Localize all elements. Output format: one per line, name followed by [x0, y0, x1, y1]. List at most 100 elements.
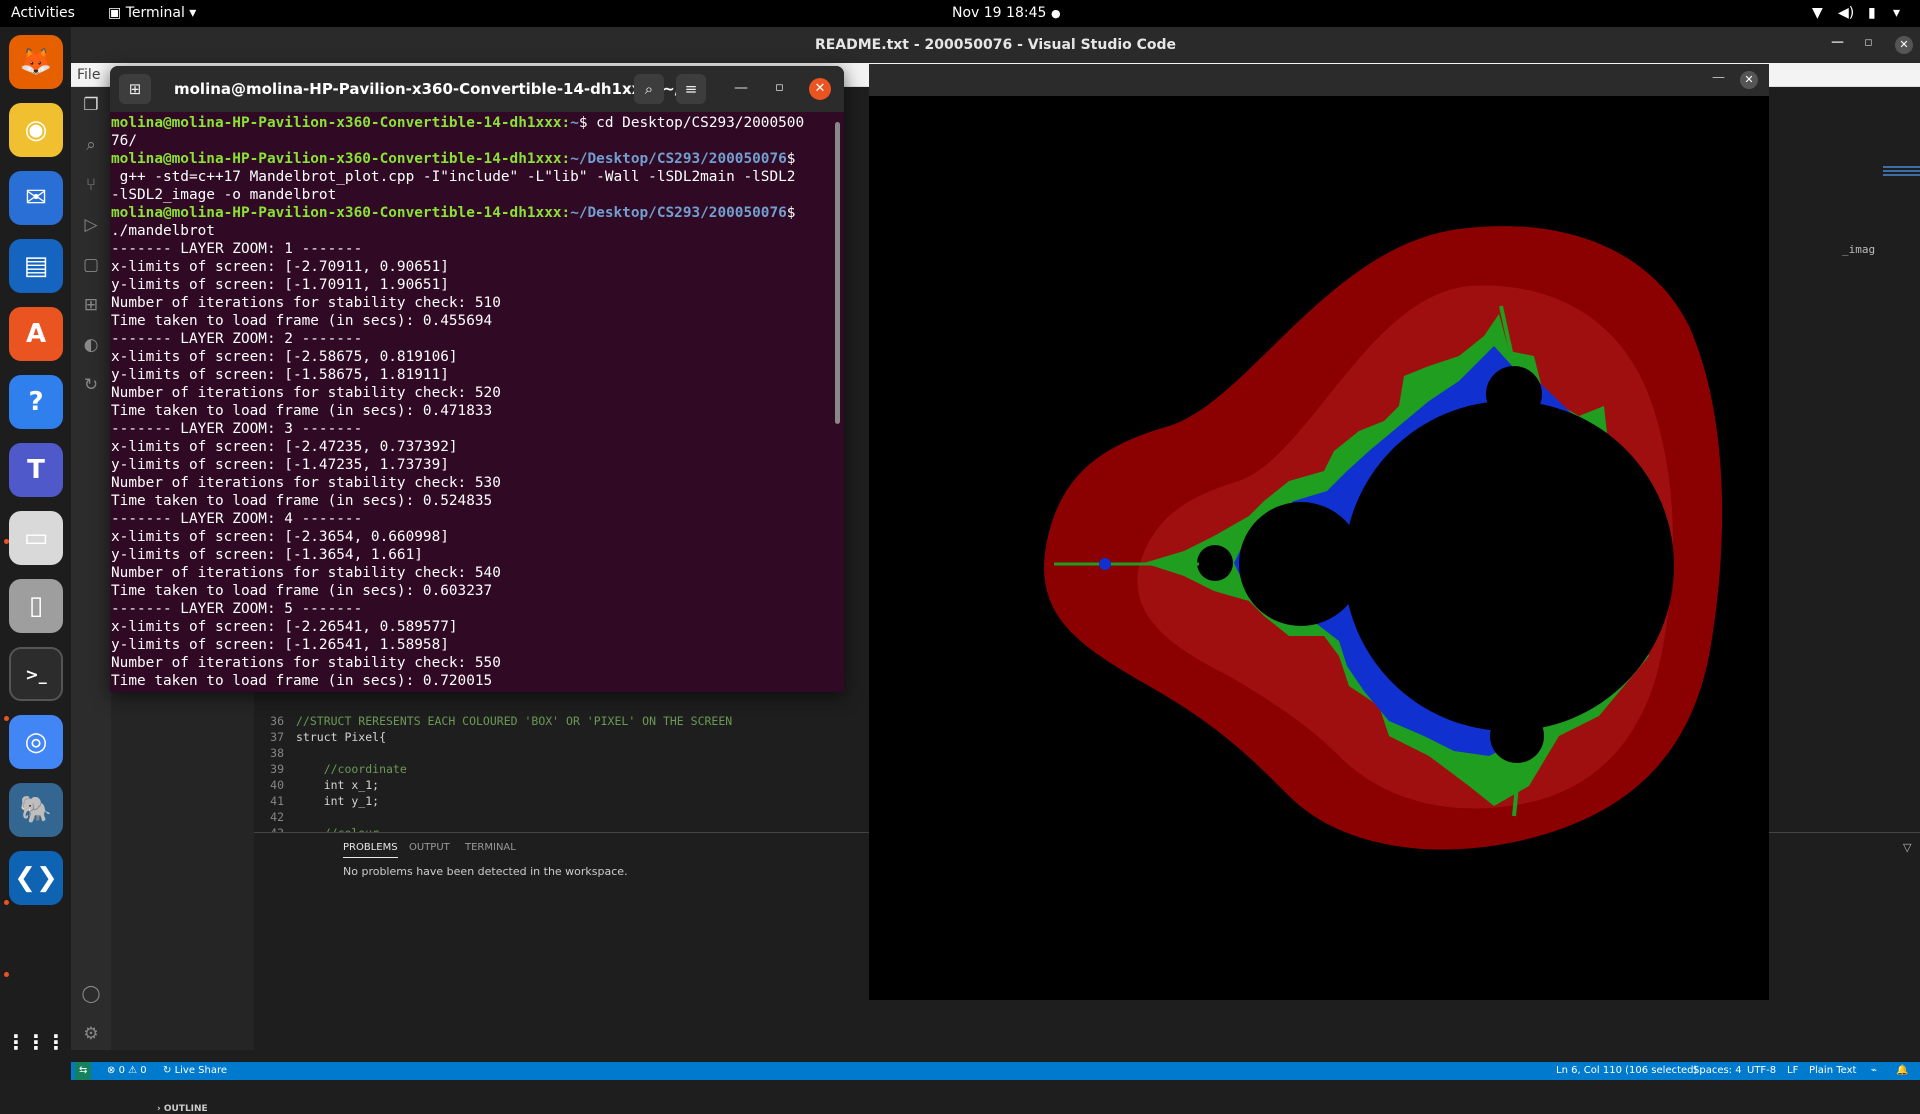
end-of-line[interactable]: LF — [1787, 1065, 1798, 1076]
terminal-line: ------- LAYER ZOOM: 4 ------- — [111, 510, 844, 528]
terminal-icon[interactable]: >_ — [9, 647, 63, 701]
running-indicator — [4, 900, 9, 905]
pgadmin-icon[interactable]: 🐘 — [9, 783, 63, 837]
problems-status[interactable]: ⊗ 0 ⚠ 0 — [107, 1065, 147, 1076]
encoding[interactable]: UTF-8 — [1747, 1065, 1776, 1076]
mandelbrot-cusp-notch — [1609, 536, 1669, 591]
activities-button[interactable]: Activities — [11, 5, 75, 21]
terminal-scrollbar[interactable] — [835, 122, 840, 424]
thunderbird-icon[interactable]: ✉ — [9, 171, 63, 225]
terminal-text: y-limits of screen: [-1.47235, 1.73739] — [111, 457, 449, 473]
terminal-text: x-limits of screen: [-2.58675, 0.819106] — [111, 349, 458, 365]
remote-indicator-icon[interactable]: ⇆ — [75, 1062, 92, 1080]
menu-file[interactable]: File — [77, 67, 100, 83]
source-control-icon[interactable]: ⑂ — [81, 175, 101, 195]
line-number: 39 — [270, 762, 284, 776]
hamburger-menu-icon[interactable]: ≡ — [676, 74, 706, 104]
terminal-text: x-limits of screen: [-2.3654, 0.660998] — [111, 529, 449, 545]
terminal-text: 76/ — [111, 133, 137, 149]
battery-icon[interactable]: ▮ — [1868, 5, 1876, 21]
terminal-line: ------- LAYER ZOOM: 5 ------- — [111, 600, 844, 618]
line-number: 42 — [270, 810, 284, 824]
files-icon[interactable]: ▭ — [9, 511, 63, 565]
system-menu-chevron-icon[interactable]: ▾ — [1893, 5, 1900, 21]
tab-problems[interactable]: PROBLEMS — [343, 842, 398, 858]
outline-section[interactable]: › OUTLINE — [157, 1104, 208, 1114]
minimap[interactable] — [1883, 164, 1920, 194]
vscode-icon[interactable]: ❮❯ — [9, 851, 63, 905]
close-icon[interactable]: ✕ — [809, 78, 831, 100]
volume-icon[interactable]: ◀) — [1838, 5, 1854, 21]
terminal-line: x-limits of screen: [-2.70911, 0.90651] — [111, 258, 844, 276]
clock[interactable]: Nov 19 18:45 — [952, 5, 1046, 21]
filter-icon[interactable]: ▽ — [1903, 841, 1911, 854]
minimize-icon[interactable]: — — [1831, 35, 1844, 50]
terminal-text: Time taken to load frame (in secs): 0.45… — [111, 313, 493, 329]
app-menu-terminal[interactable]: ▣ Terminal ▾ — [108, 5, 196, 21]
code-line: 37 struct Pixel{ — [254, 730, 386, 746]
outline-label: OUTLINE — [163, 1104, 208, 1114]
settings-gear-icon[interactable]: ⚙ — [81, 1024, 101, 1044]
rhythmbox-icon[interactable]: ◉ — [9, 103, 63, 157]
live-share-icon[interactable]: ↻ — [81, 375, 101, 395]
code-line: 38 — [254, 746, 296, 762]
minimize-icon[interactable]: — — [734, 80, 748, 96]
terminal-output[interactable]: molina@molina-HP-Pavilion-x360-Convertib… — [110, 112, 844, 692]
remote-explorer-icon[interactable]: ▢ — [81, 255, 101, 275]
software-center-icon[interactable]: A — [9, 307, 63, 361]
terminal-line: molina@molina-HP-Pavilion-x360-Convertib… — [111, 150, 844, 168]
prompt-user: molina@molina-HP-Pavilion-x360-Convertib… — [111, 205, 571, 221]
indentation[interactable]: Spaces: 4 — [1693, 1065, 1742, 1076]
show-applications-icon[interactable]: ⋮⋮⋮ — [6, 1015, 66, 1069]
mandelbrot-minibrot — [1099, 558, 1111, 570]
terminal-text: Number of iterations for stability check… — [111, 385, 501, 401]
code-text: //coordinate — [296, 762, 407, 776]
archive-icon[interactable]: ▯ — [9, 579, 63, 633]
libreoffice-writer-icon[interactable]: ▤ — [9, 239, 63, 293]
live-share-status[interactable]: ↻ Live Share — [163, 1065, 227, 1076]
terminal-window[interactable]: ⊞ molina@molina-HP-Pavilion-x360-Convert… — [110, 66, 844, 692]
running-indicator — [4, 716, 9, 721]
terminal-title: molina@molina-HP-Pavilion-x360-Convertib… — [174, 80, 698, 98]
terminal-line: Number of iterations for stability check… — [111, 384, 844, 402]
terminal-text: ------- LAYER ZOOM: 3 ------- — [111, 421, 363, 437]
close-icon[interactable]: ✕ — [1895, 36, 1913, 54]
chrome-icon[interactable]: ◎ — [9, 715, 63, 769]
search-icon[interactable]: ⌕ — [81, 135, 101, 155]
tab-output[interactable]: OUTPUT — [409, 842, 450, 853]
terminal-text: y-limits of screen: [-1.26541, 1.58958] — [111, 637, 449, 653]
terminal-text: Number of iterations for stability check… — [111, 565, 501, 581]
extensions-icon[interactable]: ⊞ — [81, 295, 101, 315]
terminal-text: ------- LAYER ZOOM: 4 ------- — [111, 511, 363, 527]
explorer-icon[interactable]: ❐ — [81, 95, 101, 115]
terminal-text: $ — [786, 205, 796, 221]
line-number: 38 — [270, 746, 284, 760]
wifi-icon[interactable]: ▼ — [1812, 5, 1823, 21]
broadcast-icon[interactable]: ⌁ — [1871, 1065, 1877, 1076]
firefox-icon[interactable]: 🦊 — [9, 35, 63, 89]
terminal-line: Number of iterations for stability check… — [111, 474, 844, 492]
teams-icon[interactable]: T — [9, 443, 63, 497]
mandelbrot-window[interactable]: — ✕ — [869, 64, 1769, 1000]
live-share-icon: ↻ — [163, 1065, 175, 1076]
terminal-text: y-limits of screen: [-1.3654, 1.661] — [111, 547, 423, 563]
maximize-icon[interactable]: ▫ — [1864, 35, 1873, 50]
minimize-icon[interactable]: — — [1712, 70, 1725, 85]
maximize-icon[interactable]: ▫ — [775, 80, 784, 95]
new-tab-icon[interactable]: ⊞ — [119, 74, 151, 104]
accounts-icon[interactable]: ◯ — [81, 984, 101, 1004]
terminal-line: -lSDL2_image -o mandelbrot — [111, 186, 844, 204]
github-icon[interactable]: ◐ — [81, 335, 101, 355]
cursor-position[interactable]: Ln 6, Col 110 (106 selected) — [1556, 1065, 1697, 1076]
mandelbrot-bottom-bulb — [1490, 709, 1544, 763]
warning-icon: ⚠ — [124, 1065, 141, 1076]
tab-terminal[interactable]: TERMINAL — [465, 842, 516, 853]
notifications-bell-icon[interactable]: 🔔 — [1896, 1065, 1908, 1076]
search-icon[interactable]: ⌕ — [634, 74, 664, 104]
run-debug-icon[interactable]: ▷ — [81, 215, 101, 235]
language-mode[interactable]: Plain Text — [1809, 1065, 1856, 1076]
terminal-line: Time taken to load frame (in secs): 0.47… — [111, 402, 844, 420]
line-number: 40 — [270, 778, 284, 792]
close-icon[interactable]: ✕ — [1740, 71, 1758, 89]
help-icon[interactable]: ? — [9, 375, 63, 429]
